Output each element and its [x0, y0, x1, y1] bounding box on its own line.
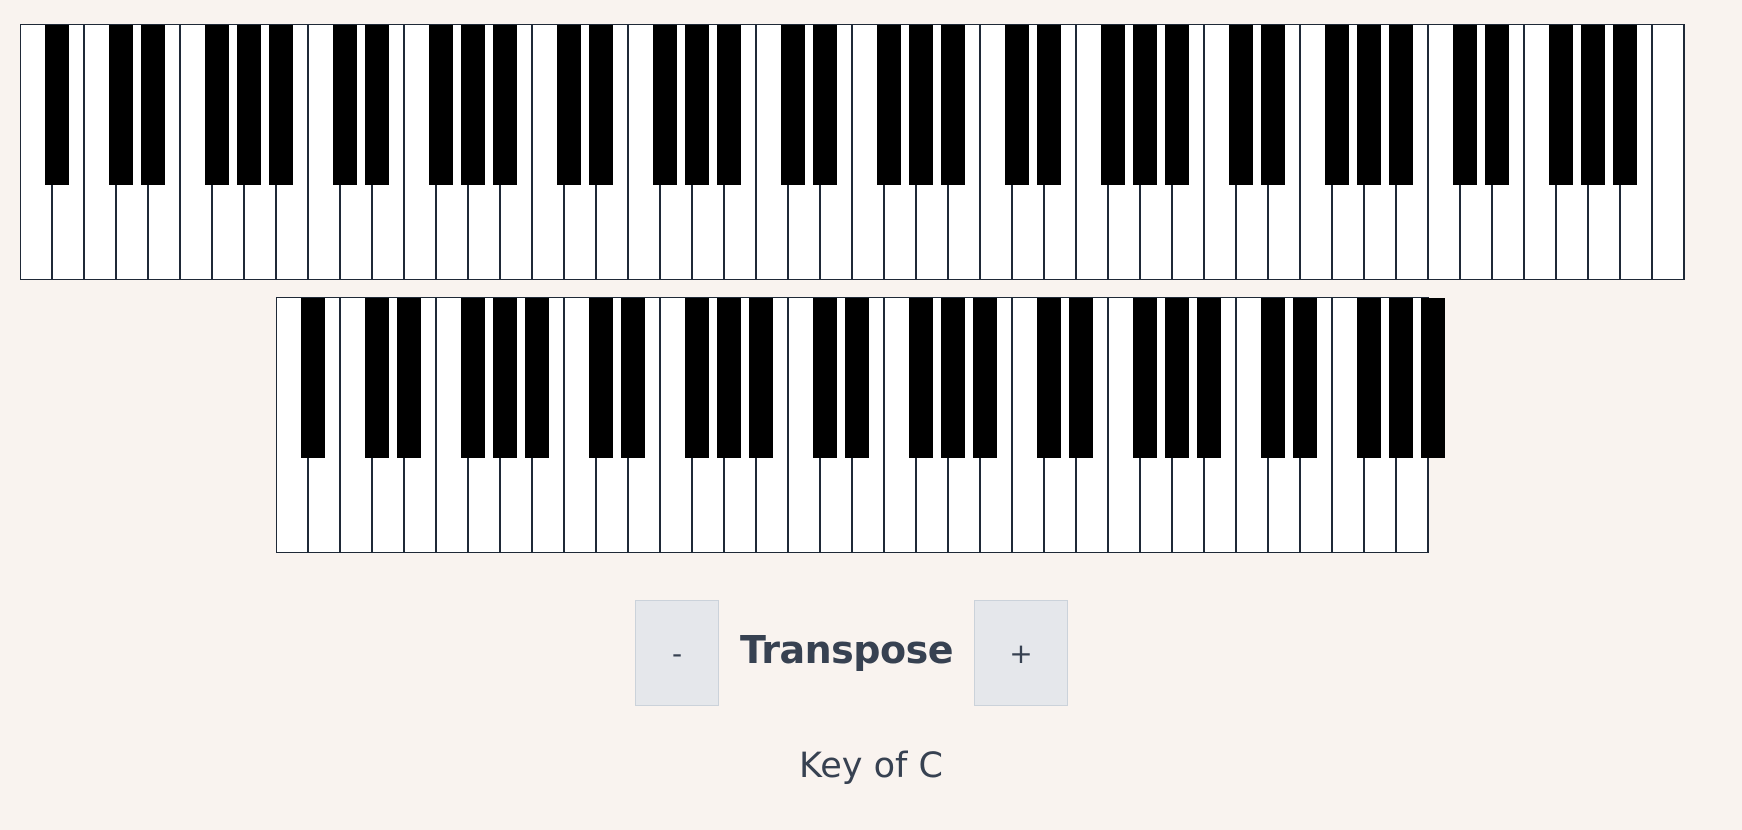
black-key[interactable] — [621, 298, 645, 458]
black-key[interactable] — [1549, 25, 1573, 185]
black-key[interactable] — [1613, 25, 1637, 185]
black-key[interactable] — [365, 25, 389, 185]
black-key[interactable] — [1581, 25, 1605, 185]
black-key[interactable] — [781, 25, 805, 185]
black-key[interactable] — [1165, 25, 1189, 185]
black-key[interactable] — [397, 298, 421, 458]
black-key[interactable] — [461, 298, 485, 458]
black-key[interactable] — [141, 25, 165, 185]
black-key[interactable] — [813, 298, 837, 458]
lower-keyboard — [276, 297, 1445, 553]
black-key[interactable] — [589, 298, 613, 458]
black-key[interactable] — [1037, 298, 1061, 458]
black-key[interactable] — [717, 25, 741, 185]
black-key[interactable] — [1357, 298, 1381, 458]
black-key[interactable] — [45, 25, 69, 185]
black-key[interactable] — [909, 25, 933, 185]
transpose-controls: - Transpose + — [0, 600, 1742, 708]
black-key[interactable] — [1325, 25, 1349, 185]
black-key[interactable] — [1005, 25, 1029, 185]
black-key[interactable] — [717, 298, 741, 458]
black-key[interactable] — [461, 25, 485, 185]
black-key[interactable] — [493, 25, 517, 185]
black-key[interactable] — [1165, 298, 1189, 458]
black-key[interactable] — [589, 25, 613, 185]
black-key[interactable] — [1357, 25, 1381, 185]
black-key[interactable] — [685, 298, 709, 458]
black-key[interactable] — [365, 298, 389, 458]
black-key[interactable] — [941, 298, 965, 458]
black-key[interactable] — [1389, 25, 1413, 185]
black-key[interactable] — [301, 298, 325, 458]
black-key[interactable] — [333, 25, 357, 185]
black-key[interactable] — [1389, 298, 1413, 458]
black-key[interactable] — [877, 25, 901, 185]
black-key[interactable] — [493, 298, 517, 458]
black-key[interactable] — [109, 25, 133, 185]
black-key[interactable] — [205, 25, 229, 185]
black-key[interactable] — [1133, 25, 1157, 185]
black-key[interactable] — [1101, 25, 1125, 185]
transpose-up-button[interactable]: + — [974, 600, 1068, 706]
black-key[interactable] — [1453, 25, 1477, 185]
transpose-title: Transpose — [740, 628, 954, 672]
black-key[interactable] — [653, 25, 677, 185]
black-key[interactable] — [813, 25, 837, 185]
black-key[interactable] — [845, 298, 869, 458]
black-key[interactable] — [429, 25, 453, 185]
black-key[interactable] — [909, 298, 933, 458]
black-key[interactable] — [1485, 25, 1509, 185]
black-key[interactable] — [525, 298, 549, 458]
black-key[interactable] — [1133, 298, 1157, 458]
black-key[interactable] — [237, 25, 261, 185]
black-key[interactable] — [1293, 298, 1317, 458]
black-key[interactable] — [269, 25, 293, 185]
black-key[interactable] — [749, 298, 773, 458]
black-key[interactable] — [1197, 298, 1221, 458]
black-key[interactable] — [941, 25, 965, 185]
black-key[interactable] — [557, 25, 581, 185]
upper-keyboard — [20, 24, 1685, 280]
black-key[interactable] — [1037, 25, 1061, 185]
black-key[interactable] — [1421, 298, 1445, 458]
current-key-label: Key of C — [799, 746, 943, 786]
white-key[interactable] — [1653, 25, 1685, 279]
transpose-down-button[interactable]: - — [635, 600, 719, 706]
black-key[interactable] — [1261, 25, 1285, 185]
black-key[interactable] — [1229, 25, 1253, 185]
black-key[interactable] — [1261, 298, 1285, 458]
black-key[interactable] — [1069, 298, 1093, 458]
black-key[interactable] — [973, 298, 997, 458]
black-key[interactable] — [685, 25, 709, 185]
